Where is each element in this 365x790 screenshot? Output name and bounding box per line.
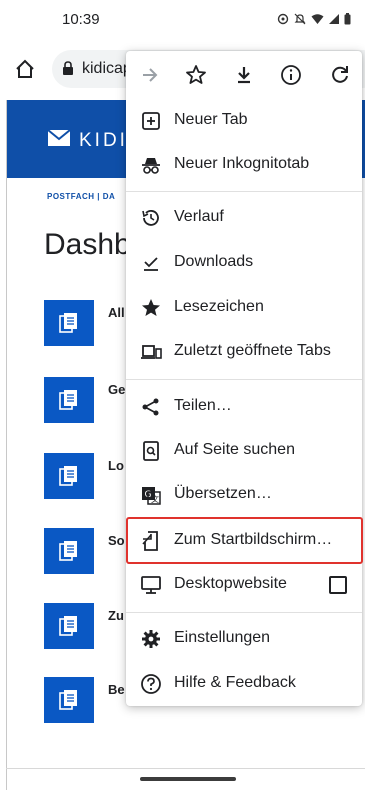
menu-item-new-tab[interactable]: Neuer Tab (126, 99, 362, 143)
dashboard-item-label: Be (108, 682, 125, 697)
reload-icon[interactable] (328, 63, 352, 87)
dashboard-item-label: Lo (108, 458, 124, 473)
lock-icon[interactable] (62, 61, 74, 76)
menu-action-bar (126, 51, 362, 99)
downloads-icon (140, 252, 162, 274)
signal-icon (329, 13, 339, 28)
menu-item-label: Teilen… (174, 397, 232, 414)
menu-item-recent-tabs[interactable]: Zuletzt geöffnete Tabs (126, 330, 362, 374)
highlight-box (126, 517, 363, 564)
document-tile (44, 677, 94, 723)
settings-icon (140, 628, 162, 650)
wifi-icon (311, 13, 324, 28)
home-icon[interactable] (14, 58, 36, 80)
menu-item-label: Neuer Inkognitotab (174, 155, 310, 172)
bookmark-star-icon[interactable] (184, 63, 208, 87)
dashboard-item-label: Ge (108, 382, 126, 397)
data-saver-icon (277, 13, 289, 28)
dashboard-item-label: Zu (108, 608, 124, 623)
find-in-page-icon (140, 440, 162, 462)
documents-icon (59, 541, 77, 561)
documents-icon (59, 390, 77, 410)
documents-icon (59, 466, 77, 486)
status-icons (277, 13, 351, 28)
overflow-menu: Neuer Tab Neuer Inkognitotab Verlauf Dow… (126, 51, 362, 706)
new-tab-icon (140, 110, 162, 132)
desktop-site-checkbox[interactable] (329, 576, 347, 594)
svg-text:文: 文 (151, 494, 159, 504)
recent-tabs-icon (140, 341, 162, 363)
menu-item-label: Hilfe & Feedback (174, 674, 296, 691)
menu-item-label: Lesezeichen (174, 298, 264, 315)
menu-item-label: Auf Seite suchen (174, 441, 295, 458)
menu-item-translate[interactable]: G文 Übersetzen… (126, 473, 362, 517)
menu-item-bookmarks[interactable]: Lesezeichen (126, 286, 362, 330)
page-frame (6, 100, 7, 790)
menu-item-new-incognito-tab[interactable]: Neuer Inkognitotab (126, 143, 362, 187)
menu-item-label: Übersetzen… (174, 485, 272, 502)
envelope-icon (47, 129, 71, 152)
menu-item-desktop-site[interactable]: Desktopwebsite (126, 563, 362, 607)
menu-item-help-feedback[interactable]: Hilfe & Feedback (126, 662, 362, 706)
mute-icon (294, 13, 306, 28)
menu-divider (126, 191, 362, 192)
brand-logo[interactable]: KIDI (47, 129, 128, 152)
menu-item-label: Downloads (174, 253, 254, 270)
share-icon (140, 396, 162, 418)
gesture-nav-handle[interactable] (140, 777, 236, 781)
documents-icon (59, 616, 77, 636)
forward-icon[interactable] (138, 63, 162, 87)
dashboard-item-label: So (108, 533, 125, 548)
documents-icon (59, 690, 77, 710)
menu-divider (126, 612, 362, 613)
menu-divider (126, 379, 362, 380)
bookmarks-icon (140, 297, 162, 319)
document-tile (44, 453, 94, 499)
bottom-divider (6, 768, 365, 769)
document-tile (44, 603, 94, 649)
document-tile (44, 377, 94, 423)
menu-item-label: Neuer Tab (174, 111, 248, 128)
url-text[interactable]: kidicap (82, 60, 132, 78)
menu-item-label: Desktopwebsite (174, 575, 287, 592)
info-icon[interactable] (279, 63, 303, 87)
history-icon (140, 207, 162, 229)
menu-item-label: Verlauf (174, 208, 224, 225)
brand-text: KIDI (79, 129, 128, 151)
battery-icon (344, 13, 351, 28)
documents-icon (59, 313, 77, 333)
incognito-icon (140, 154, 162, 176)
page-title: Dashb (44, 228, 131, 261)
translate-icon: G文 (140, 484, 162, 506)
download-icon[interactable] (232, 63, 256, 87)
menu-item-label: Einstellungen (174, 629, 271, 646)
help-icon (140, 673, 162, 695)
menu-item-history[interactable]: Verlauf (126, 196, 362, 240)
menu-item-label: Zuletzt geöffnete Tabs (174, 342, 331, 359)
breadcrumb[interactable]: POSTFACH | DA (47, 192, 115, 201)
menu-item-downloads[interactable]: Downloads (126, 241, 362, 285)
menu-item-find-in-page[interactable]: Auf Seite suchen (126, 429, 362, 473)
dashboard-item-label: All (108, 305, 125, 320)
desktop-icon (140, 574, 162, 596)
document-tile (44, 300, 94, 346)
status-bar: 10:39 (0, 0, 365, 38)
status-time: 10:39 (62, 11, 100, 28)
menu-item-settings[interactable]: Einstellungen (126, 617, 362, 661)
document-tile (44, 528, 94, 574)
menu-item-share[interactable]: Teilen… (126, 385, 362, 429)
